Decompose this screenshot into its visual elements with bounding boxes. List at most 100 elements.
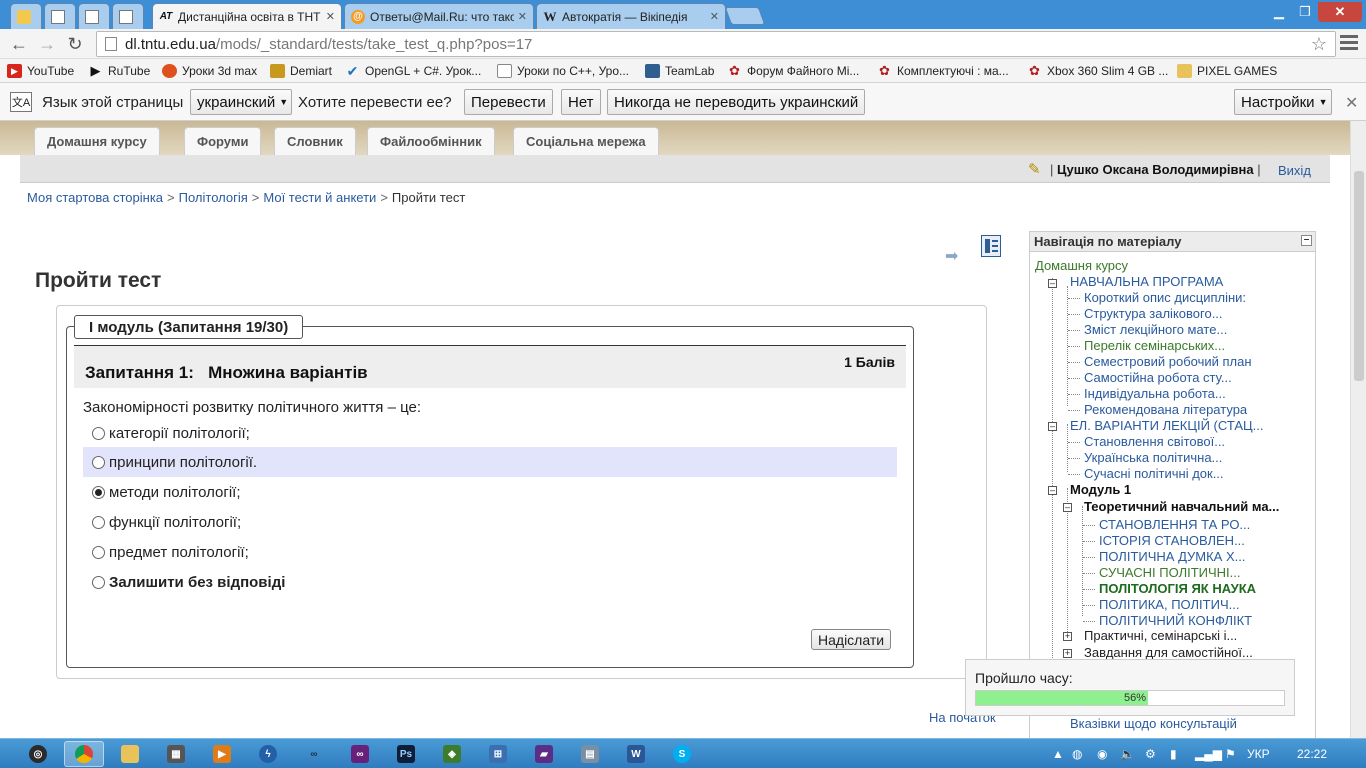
sidebar-item[interactable]: Завдання для самостійної... — [1084, 645, 1253, 660]
tray-app-icon[interactable]: ◍ — [1072, 747, 1082, 761]
close-icon[interactable]: ✕ — [1345, 93, 1358, 113]
taskbar-skype[interactable]: S — [662, 741, 702, 767]
collapse-node-icon[interactable]: – — [1048, 422, 1057, 431]
tab-tntu[interactable]: AT Дистанційна освіта в ТНТ ✕ — [152, 3, 342, 29]
taskbar-app-lightning[interactable]: ϟ — [248, 741, 288, 767]
sidebar-item[interactable]: Короткий опис дисципліни: — [1084, 290, 1246, 305]
radio-button[interactable] — [92, 426, 105, 440]
action-center-icon[interactable]: ⚑ — [1225, 747, 1236, 761]
radio-button-selected[interactable] — [92, 485, 105, 499]
logout-link[interactable]: Вихід — [1278, 163, 1311, 178]
sidebar-item[interactable]: Сучасні політичні док... — [1084, 466, 1224, 481]
nav-tab-home[interactable]: Домашня курсу — [34, 127, 160, 155]
sidebar-item[interactable]: НАВЧАЛЬНА ПРОГРАМА — [1070, 274, 1223, 289]
answer-option[interactable]: категорії політології; — [83, 418, 897, 448]
collapse-icon[interactable]: – — [1301, 235, 1312, 246]
breadcrumb-course[interactable]: Політологія — [179, 190, 248, 205]
wifi-signal-icon[interactable]: ▂▄▆ — [1195, 747, 1222, 761]
tab-pinned-4[interactable] — [112, 3, 144, 29]
show-hidden-icons[interactable]: ▲ — [1052, 747, 1064, 761]
bookmark-demiart[interactable]: Demiart — [270, 62, 332, 80]
sidebar-item[interactable]: Зміст лекційного мате... — [1084, 322, 1227, 337]
breadcrumb-tests[interactable]: Мої тести й анкети — [263, 190, 376, 205]
sidebar-item[interactable]: Становлення світової... — [1084, 434, 1225, 449]
sidebar-item[interactable]: СУЧАСНІ ПОЛІТИЧНІ... — [1099, 565, 1241, 580]
sidebar-item[interactable]: Індивідуальна робота... — [1084, 386, 1226, 401]
forward-icon[interactable]: → — [36, 33, 58, 55]
bookmark-teamlab[interactable]: TeamLab — [645, 62, 714, 80]
volume-icon[interactable]: 🔈 — [1120, 747, 1135, 761]
address-bar[interactable]: dl.tntu.edu.ua/mods/_standard/tests/take… — [96, 31, 1336, 57]
answer-option[interactable]: принципи політології. — [83, 447, 897, 477]
bookmark-star-icon[interactable]: ☆ — [1311, 34, 1327, 55]
bookmark-youtube[interactable]: ▶ YouTube — [7, 62, 74, 80]
taskbar-app-network[interactable]: ⊞ — [478, 741, 518, 767]
radio-button[interactable] — [92, 455, 105, 469]
sidebar-item-home[interactable]: Домашня курсу — [1035, 258, 1128, 273]
no-button[interactable]: Нет — [561, 89, 601, 115]
answer-option-skip[interactable]: Залишити без відповіді — [83, 567, 897, 597]
taskbar-calculator[interactable]: ▤ — [570, 741, 610, 767]
taskbar-photoshop[interactable]: Ps — [386, 741, 426, 767]
sidebar-item[interactable]: Практичні, семінарські і... — [1084, 628, 1237, 643]
minimize-icon[interactable]: ▁ — [1266, 2, 1292, 22]
taskbar-explorer[interactable] — [110, 741, 150, 767]
sidebar-item[interactable]: Самостійна робота сту... — [1084, 370, 1232, 385]
sidebar-item[interactable]: ПОЛІТИЧНА ДУМКА Х... — [1099, 549, 1245, 564]
back-icon[interactable]: ← — [8, 33, 30, 55]
sidebar-item[interactable]: Модуль 1 — [1070, 482, 1131, 497]
bookmark-opengl[interactable]: ✔ OpenGL + C#. Урок... — [345, 62, 482, 80]
taskbar-media-player[interactable]: ▶ — [202, 741, 242, 767]
sidebar-item[interactable]: Вказівки щодо консультацій — [1070, 716, 1237, 731]
page-scrollbar[interactable] — [1350, 121, 1366, 738]
sidebar-item[interactable]: ПОЛІТИЧНИЙ КОНФЛІКТ — [1099, 613, 1252, 628]
radio-button[interactable] — [92, 575, 105, 589]
radio-button[interactable] — [92, 545, 105, 559]
never-translate-button[interactable]: Никогда не переводить украинский — [607, 89, 866, 115]
answer-option[interactable]: функції політології; — [83, 507, 897, 537]
nav-tab-social[interactable]: Соціальна мережа — [513, 127, 659, 155]
collapse-node-icon[interactable]: – — [1063, 503, 1072, 512]
sidebar-item[interactable]: СТАНОВЛЕННЯ ТА РО... — [1099, 517, 1250, 532]
next-arrow-icon[interactable]: ➡ — [945, 246, 963, 265]
sidebar-item-current[interactable]: ПОЛІТОЛОГІЯ ЯК НАУКА — [1099, 581, 1256, 596]
tray-app-icon[interactable]: ⚙ — [1145, 747, 1156, 761]
bookmark-rutube[interactable]: ▶ RuTube — [88, 62, 151, 80]
nav-tab-forums[interactable]: Форуми — [184, 127, 262, 155]
taskbar-app-glasses[interactable]: ∞ — [294, 741, 334, 767]
bookmark-xbox[interactable]: ✿ Xbox 360 Slim 4 GB ... — [1027, 62, 1168, 80]
expand-node-icon[interactable]: + — [1063, 649, 1072, 658]
sidebar-item[interactable]: Структура залікового... — [1084, 306, 1223, 321]
sidebar-item[interactable]: Рекомендована література — [1084, 402, 1247, 417]
expand-node-icon[interactable]: + — [1063, 632, 1072, 641]
sidebar-item[interactable]: ЕЛ. ВАРІАНТИ ЛЕКЦІЙ (СТАЦ... — [1070, 418, 1263, 433]
taskbar-app-green[interactable]: ◈ — [432, 741, 472, 767]
radio-button[interactable] — [92, 515, 105, 529]
bookmark-components[interactable]: ✿ Комплектуючі : ма... — [877, 62, 1009, 80]
tray-app-icon[interactable]: ◉ — [1097, 747, 1107, 761]
sidebar-item[interactable]: Українська політична... — [1084, 450, 1222, 465]
language-select[interactable]: украинский ▼ — [190, 89, 292, 115]
close-tab-icon[interactable]: ✕ — [518, 10, 527, 23]
submit-button[interactable]: Надіслати — [811, 629, 892, 650]
translate-button[interactable]: Перевести — [464, 89, 553, 115]
sidebar-item[interactable]: ІСТОРІЯ СТАНОВЛЕН... — [1099, 533, 1245, 548]
tab-wikipedia[interactable]: W Автократія — Вікіпедія ✕ — [536, 3, 726, 29]
chrome-menu-icon[interactable] — [1340, 35, 1358, 51]
bookmark-cpp[interactable]: Уроки по C++, Уро... — [497, 62, 629, 80]
translate-settings-button[interactable]: Настройки ▼ — [1234, 89, 1332, 115]
clock[interactable]: 22:22 — [1297, 747, 1327, 761]
maximize-icon[interactable]: ❐ — [1292, 2, 1318, 22]
collapse-node-icon[interactable]: – — [1048, 486, 1057, 495]
reload-icon[interactable]: ↻ — [64, 33, 86, 55]
start-button[interactable]: ◎ — [18, 741, 58, 767]
language-indicator[interactable]: УКР — [1247, 747, 1270, 761]
sidebar-toggle-icon[interactable] — [981, 235, 1001, 257]
tab-mail-ru[interactable]: @ Ответы@Mail.Ru: что тако ✕ — [344, 3, 534, 29]
bookmark-pixel-games[interactable]: PIXEL GAMES — [1177, 62, 1277, 80]
taskbar-app-purple[interactable]: ▰ — [524, 741, 564, 767]
tab-pinned-3[interactable] — [78, 3, 110, 29]
collapse-node-icon[interactable]: – — [1048, 279, 1057, 288]
sidebar-item[interactable]: Перелік семінарських... — [1084, 338, 1225, 353]
close-window-icon[interactable]: ✕ — [1318, 2, 1362, 22]
